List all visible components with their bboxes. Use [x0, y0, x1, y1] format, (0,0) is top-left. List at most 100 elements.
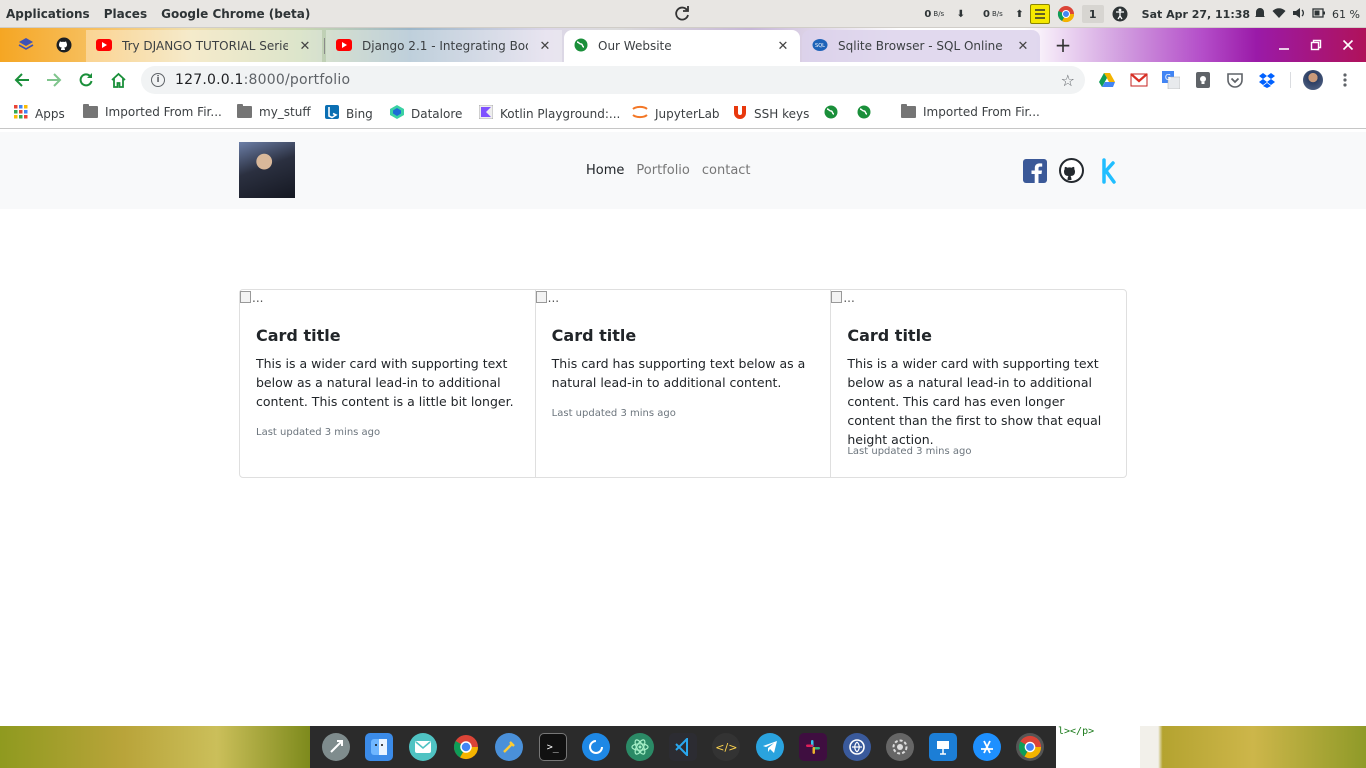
- dropbox-icon[interactable]: [1258, 71, 1276, 89]
- notes-icon[interactable]: [1029, 4, 1050, 24]
- finder-icon[interactable]: [365, 733, 394, 761]
- kotlin-icon: [478, 104, 494, 122]
- tab-pinned-extension[interactable]: [8, 30, 44, 62]
- bookmark-label: Imported From Fir...: [105, 105, 222, 119]
- back-button[interactable]: [11, 69, 33, 91]
- bookmark-globe-2[interactable]: [857, 105, 871, 122]
- ssh-icon: [733, 105, 747, 122]
- close-icon[interactable]: ✕: [1016, 39, 1030, 54]
- close-icon[interactable]: ✕: [538, 39, 552, 54]
- notification-bell-icon[interactable]: [1254, 6, 1266, 23]
- bookmark-jupyterlab[interactable]: JupyterLab: [632, 105, 720, 122]
- minimize-button[interactable]: [1268, 28, 1300, 62]
- battery-icon[interactable]: [1312, 7, 1326, 22]
- pocket-icon[interactable]: [1226, 71, 1244, 89]
- home-button[interactable]: [107, 69, 129, 91]
- nav-link-contact[interactable]: contact: [702, 163, 751, 178]
- youtube-icon: [96, 38, 112, 54]
- active-app-menu[interactable]: Google Chrome (beta): [154, 7, 317, 21]
- site-info-icon[interactable]: i: [151, 73, 165, 87]
- nav-link-portfolio[interactable]: Portfolio: [636, 163, 689, 178]
- broken-image-icon: [240, 291, 251, 303]
- apps-grid-icon: [14, 105, 28, 122]
- keynote-icon[interactable]: [929, 733, 958, 761]
- net-up-speed: 0 B/s ⬆: [983, 9, 1024, 20]
- github-icon[interactable]: [1059, 158, 1084, 183]
- terminal-icon[interactable]: >_: [538, 733, 567, 761]
- close-icon[interactable]: ✕: [298, 39, 312, 54]
- bookmark-globe-1[interactable]: [824, 105, 838, 122]
- avatar[interactable]: [1303, 70, 1323, 90]
- refresh-icon[interactable]: [674, 5, 690, 21]
- tab-sqlite-browser[interactable]: SQL Sqlite Browser - SQL Online ✕: [802, 30, 1040, 62]
- bookmark-folder-my-stuff[interactable]: my_stuff: [237, 104, 311, 119]
- bookmark-apps[interactable]: Apps: [14, 105, 65, 122]
- forward-button[interactable]: [43, 69, 65, 91]
- brand-logo-image[interactable]: [239, 142, 295, 198]
- applications-menu[interactable]: Applications: [0, 7, 97, 21]
- chrome-beta-icon[interactable]: [1016, 733, 1045, 761]
- web-page: Home Portfolio contact ... Card title Th…: [0, 130, 1366, 726]
- datalore-icon: [390, 105, 404, 122]
- maximize-button[interactable]: [1300, 28, 1332, 62]
- bookmark-label: Apps: [35, 106, 65, 121]
- close-icon[interactable]: ✕: [776, 39, 790, 54]
- system-settings-icon[interactable]: [885, 733, 914, 761]
- tab-strip: Try DJANGO TUTORIAL Series ( ✕ Django 2.…: [0, 28, 1366, 62]
- bookmark-folder-imported-2[interactable]: Imported From Fir...: [901, 104, 1040, 119]
- tools-icon[interactable]: [495, 733, 524, 761]
- net-down-unit: B/s: [933, 10, 945, 18]
- tab-pinned-github[interactable]: [46, 30, 82, 62]
- chrome-menu-icon[interactable]: [1334, 69, 1356, 91]
- bookmarks-bar: Apps Imported From Fir... my_stuff Bing …: [0, 98, 1366, 129]
- wifi-icon[interactable]: [1272, 7, 1286, 22]
- chrome-indicator-icon[interactable]: [1056, 4, 1076, 24]
- nav-link-home[interactable]: Home: [586, 163, 624, 178]
- network-tool-icon[interactable]: [842, 733, 871, 761]
- slack-icon[interactable]: [799, 733, 828, 761]
- telegram-icon[interactable]: [755, 733, 784, 761]
- card-text: This is a wider card with supporting tex…: [847, 356, 1102, 447]
- bookmark-folder-imported[interactable]: Imported From Fir...: [83, 104, 222, 119]
- sync-icon[interactable]: [582, 733, 611, 761]
- url-text[interactable]: 127.0.0.1:8000/portfolio: [175, 72, 350, 88]
- clock[interactable]: Sat Apr 27, 11:38: [1136, 8, 1256, 21]
- atom-icon[interactable]: [625, 733, 654, 761]
- kaggle-icon[interactable]: [1096, 157, 1121, 184]
- bing-icon: [325, 105, 339, 122]
- tab-django-bootstrap[interactable]: Django 2.1 - Integrating Bootst ✕: [326, 30, 562, 62]
- accessibility-icon[interactable]: [1110, 4, 1130, 24]
- new-tab-button[interactable]: +: [1052, 33, 1074, 57]
- address-bar[interactable]: i 127.0.0.1:8000/portfolio ☆: [141, 66, 1085, 94]
- workspace-indicator[interactable]: 1: [1081, 5, 1104, 23]
- mail-icon[interactable]: [408, 733, 437, 761]
- code-snippet-text: l></p>: [1058, 726, 1095, 737]
- bookmark-star-icon[interactable]: ☆: [1061, 71, 1075, 90]
- layers-icon: [18, 37, 34, 56]
- bookmark-bing[interactable]: Bing: [325, 105, 373, 122]
- bookmark-label: Imported From Fir...: [923, 105, 1040, 119]
- google-drive-icon[interactable]: [1098, 71, 1116, 89]
- keep-icon[interactable]: [1194, 71, 1212, 89]
- facebook-icon[interactable]: [1022, 158, 1047, 183]
- close-window-button[interactable]: [1332, 28, 1364, 62]
- google-translate-icon[interactable]: G: [1162, 71, 1181, 90]
- card-last-updated: Last updated 3 mins ago: [847, 446, 972, 457]
- launchpad-rocket-icon[interactable]: [321, 733, 350, 761]
- tab-our-website[interactable]: Our Website ✕: [564, 30, 800, 62]
- places-menu[interactable]: Places: [97, 7, 154, 21]
- tab-django-tutorial[interactable]: Try DJANGO TUTORIAL Series ( ✕: [86, 30, 322, 62]
- card-title: Card title: [256, 326, 341, 345]
- bookmark-ssh-keys[interactable]: SSH keys: [733, 105, 809, 122]
- vscode-icon[interactable]: [668, 733, 697, 761]
- bookmark-kotlin[interactable]: Kotlin Playground:...: [478, 104, 620, 122]
- app-store-icon[interactable]: [972, 733, 1001, 761]
- code-editor-icon[interactable]: </>: [712, 733, 741, 761]
- chrome-icon[interactable]: [452, 733, 480, 761]
- gmail-icon[interactable]: [1130, 71, 1148, 89]
- reload-button[interactable]: [75, 69, 97, 91]
- volume-icon[interactable]: [1292, 7, 1306, 22]
- bookmark-datalore[interactable]: Datalore: [390, 105, 462, 122]
- dock: >_ </>: [310, 726, 1056, 768]
- site-navbar: Home Portfolio contact: [0, 132, 1366, 209]
